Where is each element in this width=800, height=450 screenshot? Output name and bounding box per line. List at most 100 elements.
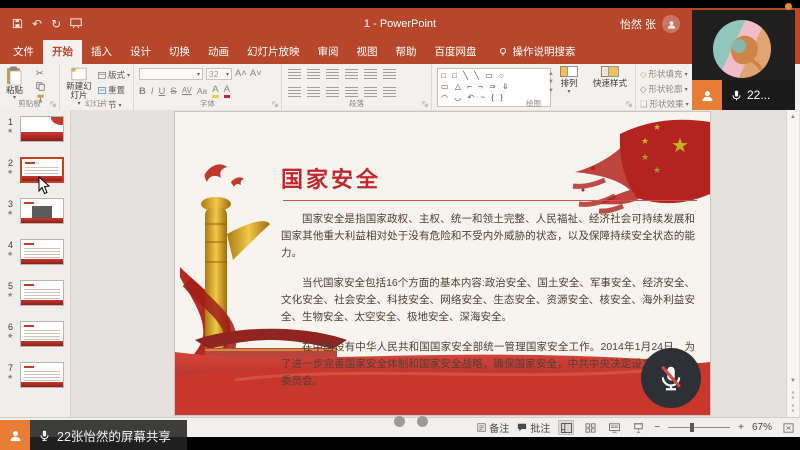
font-color-button[interactable]: A: [224, 85, 230, 98]
tab-视图[interactable]: 视图: [348, 40, 387, 64]
slide-canvas[interactable]: ★ ★ ★ ★ ★: [175, 112, 710, 415]
layout-button[interactable]: 版式▾: [98, 69, 130, 81]
zoom-out-button[interactable]: −: [654, 422, 660, 433]
tab-设计[interactable]: 设计: [121, 40, 160, 64]
tell-me-search[interactable]: 操作说明搜索: [498, 40, 576, 64]
tab-插入[interactable]: 插入: [82, 40, 121, 64]
floating-dot: [394, 416, 405, 427]
tab-切换[interactable]: 切换: [160, 40, 199, 64]
shrink-font-button[interactable]: A˅: [250, 69, 262, 79]
thumbnail-preview[interactable]: [20, 198, 64, 224]
copy-icon[interactable]: [36, 82, 45, 91]
tab-百度网盘[interactable]: 百度网盘: [426, 40, 486, 64]
strikethrough-button[interactable]: S: [170, 87, 176, 97]
thumbnail-preview[interactable]: [20, 116, 64, 142]
shape-effects-button[interactable]: ❑形状效果▾: [640, 98, 689, 110]
screen: { "window": { "title": "1 - PowerPoint",…: [0, 0, 800, 450]
bullets-icon[interactable]: [288, 69, 301, 79]
paste-button[interactable]: 粘贴 ▾: [6, 66, 23, 102]
thumbnail-number: 4: [8, 240, 13, 250]
tab-帮助[interactable]: 帮助: [387, 40, 426, 64]
slide-thumbnail-4[interactable]: 4★: [0, 239, 70, 277]
tab-审阅[interactable]: 审阅: [309, 40, 348, 64]
thumbnail-preview[interactable]: [20, 280, 64, 306]
zoom-slider-handle[interactable]: [690, 423, 694, 432]
participants-button[interactable]: [692, 80, 722, 110]
thumbnail-panel[interactable]: 1★2★3★4★5★6★7★: [0, 110, 71, 418]
bold-button[interactable]: B: [139, 87, 146, 97]
account-area[interactable]: 怡然 张: [620, 8, 680, 40]
underline-button[interactable]: U: [159, 87, 166, 97]
clipboard-dialog-launcher[interactable]: [50, 101, 57, 108]
zoom-in-button[interactable]: +: [738, 422, 744, 433]
tab-文件[interactable]: 文件: [4, 40, 43, 64]
thumbnail-preview[interactable]: [20, 321, 64, 347]
arrange-button[interactable]: 排列▾: [560, 66, 578, 95]
drawing-group-label: 绘图: [432, 98, 635, 109]
decrease-indent-icon[interactable]: [326, 69, 339, 79]
slide-body-text[interactable]: 国家安全是指国家政权、主权、统一和领土完整、人民福祉、经济社会可持续发展和国家其…: [281, 211, 695, 403]
change-case-button[interactable]: Aa: [197, 87, 207, 96]
notes-toggle[interactable]: 备注: [477, 420, 509, 435]
italic-button[interactable]: I: [151, 87, 154, 97]
slide-thumbnail-2[interactable]: 2★: [0, 157, 70, 195]
thumbnail-preview[interactable]: [20, 362, 64, 388]
reset-button[interactable]: 重置: [98, 84, 130, 96]
slideshow-view-button[interactable]: [630, 420, 646, 435]
increase-indent-icon[interactable]: [345, 69, 358, 79]
comments-toggle[interactable]: 批注: [517, 420, 550, 435]
participant-count[interactable]: 22...: [747, 88, 770, 102]
font-size-combo[interactable]: 32▾: [206, 68, 232, 80]
highlight-color-button[interactable]: A: [212, 85, 218, 98]
justify-icon[interactable]: [345, 87, 358, 97]
shape-gallery-scroll[interactable]: ▲▼▼: [548, 70, 554, 95]
paragraph-group-label: 段落: [282, 98, 431, 109]
align-center-icon[interactable]: [307, 87, 320, 97]
paragraph-dialog-launcher[interactable]: [422, 101, 429, 108]
columns-icon[interactable]: [364, 87, 377, 97]
line-spacing-icon[interactable]: [364, 69, 377, 79]
next-slide-button[interactable]: ∨∨: [787, 404, 799, 414]
share-participant-button[interactable]: [0, 420, 30, 450]
text-direction-icon[interactable]: [383, 69, 396, 79]
slide-thumbnail-7[interactable]: 7★: [0, 362, 70, 400]
align-left-icon[interactable]: [288, 87, 301, 97]
thumbnail-number: 3: [8, 199, 13, 209]
drawing-dialog-launcher[interactable]: [626, 101, 633, 108]
shape-fill-button[interactable]: ◇形状填充▾: [640, 68, 689, 80]
align-right-icon[interactable]: [326, 87, 339, 97]
slide-thumbnail-3[interactable]: 3★: [0, 198, 70, 236]
mic-icon[interactable]: [730, 89, 743, 102]
tab-动画[interactable]: 动画: [199, 40, 238, 64]
slide-thumbnail-5[interactable]: 5★: [0, 280, 70, 318]
vertical-scrollbar[interactable]: ▲ ▼ ∧∧ ∨∨: [786, 110, 799, 418]
slide-thumbnail-6[interactable]: 6★: [0, 321, 70, 359]
zoom-percent[interactable]: 67%: [752, 422, 772, 433]
slide-title[interactable]: 国家安全: [281, 162, 381, 194]
numbering-icon[interactable]: [307, 69, 320, 79]
normal-view-button[interactable]: [558, 420, 574, 435]
char-spacing-button[interactable]: AV: [182, 87, 192, 95]
fit-slide-to-window-button[interactable]: [780, 420, 796, 435]
reading-view-button[interactable]: [606, 420, 622, 435]
tab-幻灯片放映[interactable]: 幻灯片放映: [238, 40, 309, 64]
slide-sorter-view-button[interactable]: [582, 420, 598, 435]
slide-thumbnail-1[interactable]: 1★: [0, 116, 70, 154]
zoom-slider[interactable]: [668, 427, 730, 428]
mic-muted-button[interactable]: [641, 348, 701, 408]
font-name-combo[interactable]: ▾: [139, 68, 203, 80]
cut-icon[interactable]: ✂: [36, 68, 45, 79]
smartart-convert-icon[interactable]: [383, 87, 396, 97]
tab-开始[interactable]: 开始: [43, 40, 82, 64]
screen-share-indicator[interactable]: 22张怡然的屏幕共享: [0, 420, 187, 450]
thumbnail-preview[interactable]: [20, 239, 64, 265]
scroll-up-icon[interactable]: ▲: [787, 114, 799, 120]
webcam-tile[interactable]: 22...: [692, 10, 795, 110]
previous-slide-button[interactable]: ∧∧: [787, 391, 799, 401]
grow-font-button[interactable]: A˄: [235, 69, 247, 79]
quick-styles-button[interactable]: 快速样式: [590, 66, 630, 89]
scroll-down-icon[interactable]: ▼: [787, 378, 799, 384]
svg-text:★: ★: [653, 122, 661, 132]
shape-outline-button[interactable]: ◇形状轮廓▾: [640, 83, 689, 95]
font-dialog-launcher[interactable]: [272, 101, 279, 108]
